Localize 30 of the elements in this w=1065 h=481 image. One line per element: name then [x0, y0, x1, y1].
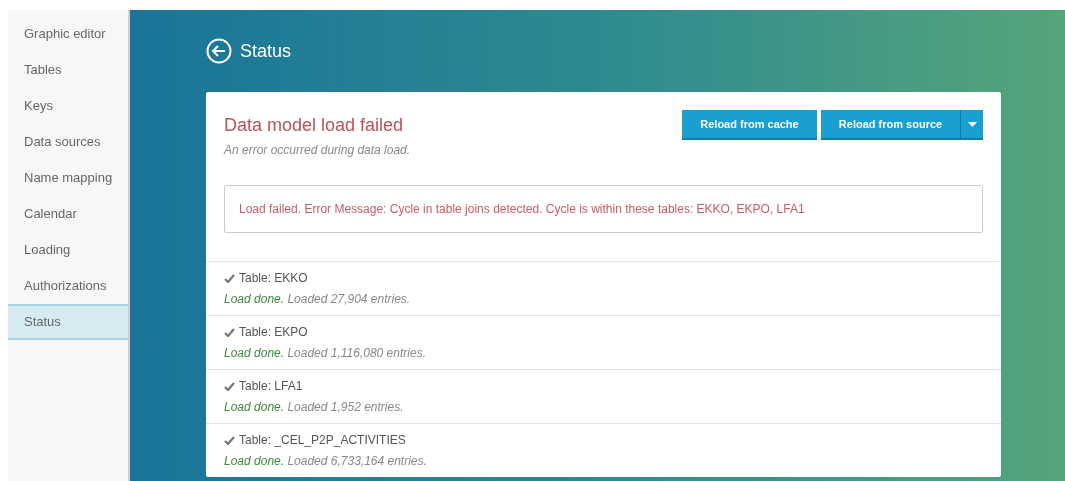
- sidebar-item[interactable]: Keys: [8, 88, 128, 124]
- table-name: Table: EKKO: [239, 270, 308, 287]
- sidebar-item[interactable]: Name mapping: [8, 160, 128, 196]
- load-status: Load done. Loaded 27,904 entries.: [224, 291, 412, 308]
- table-name: Table: LFA1: [239, 378, 303, 395]
- card-title: Data model load failed: [224, 114, 405, 137]
- sidebar-item[interactable]: Status: [8, 304, 128, 340]
- load-status: Load done. Loaded 6,733,164 entries.: [224, 453, 428, 470]
- reload-source-button[interactable]: Reload from source: [821, 110, 961, 138]
- error-message: Load failed. Error Message: Cycle in table joins detected. Cycle is within these tables: EKKO, EKPO, LFA1: [224, 185, 983, 233]
- sidebar-item[interactable]: Tables: [8, 52, 128, 88]
- check-icon: [224, 327, 235, 337]
- load-status: Load done. Loaded 1,952 entries.: [224, 399, 405, 416]
- caret-icon: [967, 121, 977, 127]
- reload-cache-button[interactable]: Reload from cache: [682, 110, 817, 138]
- check-icon: [224, 435, 235, 445]
- card-subtitle: An error occurred during data load.: [224, 142, 411, 159]
- page-title: Status: [240, 39, 292, 63]
- table-name: Table: _CEL_P2P_ACTIVITIES: [239, 432, 406, 449]
- sidebar-item[interactable]: Graphic editor: [8, 16, 128, 52]
- table-name: Table: EKPO: [239, 324, 308, 341]
- back-icon[interactable]: [206, 38, 232, 64]
- sidebar-item[interactable]: Authorizations: [8, 268, 128, 304]
- load-status: Load done. Loaded 1,116,080 entries.: [224, 345, 427, 362]
- check-icon: [224, 381, 235, 391]
- sidebar-item[interactable]: Calendar: [8, 196, 128, 232]
- sidebar-item[interactable]: Loading: [8, 232, 128, 268]
- dropdown-button[interactable]: [961, 110, 983, 138]
- check-icon: [224, 273, 235, 283]
- sidebar-item[interactable]: Data sources: [8, 124, 128, 160]
